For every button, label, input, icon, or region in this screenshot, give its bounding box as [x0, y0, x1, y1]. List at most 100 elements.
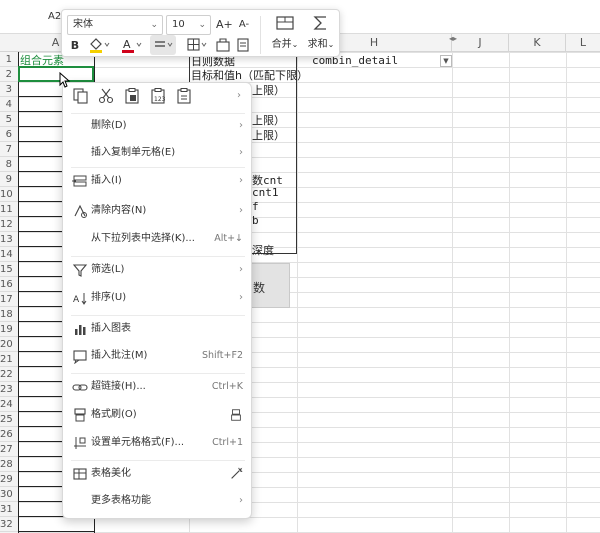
cut-button[interactable]	[97, 88, 115, 104]
menu-item-label: 从下拉列表中选择(K)...	[91, 233, 195, 244]
menu-item[interactable]: 更多表格功能 ›	[63, 488, 253, 514]
chevron-down-icon: ⌄	[198, 20, 206, 30]
gray-shape-label: 数	[253, 281, 266, 295]
menu-item-label: 格式刷(O)	[91, 409, 137, 420]
name-box[interactable]: A2	[48, 11, 61, 22]
fill-color-button[interactable]	[87, 37, 111, 55]
font-color-button[interactable]: A	[119, 37, 143, 55]
row-header[interactable]: 27	[0, 442, 18, 457]
cell-style-button[interactable]	[215, 37, 231, 55]
format-button[interactable]	[235, 37, 251, 55]
row-header[interactable]: 16	[0, 277, 18, 292]
paste-values-button[interactable]: 123	[149, 88, 167, 104]
row-header[interactable]: 14	[0, 247, 18, 262]
brush-mini-icon[interactable]	[229, 408, 243, 422]
row-header[interactable]: 23	[0, 382, 18, 397]
row-header[interactable]: 7	[0, 142, 18, 157]
menu-item[interactable]: 设置单元格格式(F)... Ctrl+1	[63, 430, 253, 456]
row-header[interactable]: 30	[0, 487, 18, 502]
cell-g3[interactable]: 上限）	[252, 82, 285, 98]
sum-button[interactable]: 求和⌄	[303, 14, 339, 50]
paste-button[interactable]	[123, 88, 141, 104]
menu-item[interactable]: 筛选(L) ›	[63, 257, 253, 283]
paste-special-icon	[177, 88, 191, 104]
shrink-font-button[interactable]: A-	[236, 16, 252, 34]
paste-special-button[interactable]	[175, 88, 193, 104]
row-header[interactable]: 19	[0, 322, 18, 337]
row-header[interactable]: 20	[0, 337, 18, 352]
copy-button[interactable]	[72, 88, 90, 104]
menu-item[interactable]: 插入图表	[63, 316, 253, 342]
cell-g14[interactable]: 深度	[252, 242, 274, 258]
align-center-icon	[155, 41, 173, 47]
cell-g5[interactable]: 上限）	[252, 112, 285, 128]
row-header[interactable]: 26	[0, 427, 18, 442]
magic-wand-icon[interactable]	[229, 467, 243, 481]
row-header[interactable]: 31	[0, 502, 18, 517]
paste-icon	[125, 88, 139, 104]
border-icon	[187, 38, 207, 51]
cell-g10[interactable]: cnt1	[252, 186, 279, 199]
menu-item[interactable]: 清除内容(N) ›	[63, 198, 253, 224]
menu-item[interactable]: 从下拉列表中选择(K)... Alt+↓	[63, 226, 253, 252]
row-header[interactable]: 12	[0, 217, 18, 232]
row-header[interactable]: 24	[0, 397, 18, 412]
row-header[interactable]: 11	[0, 202, 18, 217]
row-header[interactable]: 17	[0, 292, 18, 307]
menu-item-label: 插入图表	[91, 323, 131, 334]
column-header-l[interactable]: L	[566, 34, 600, 52]
sigma-icon	[313, 16, 326, 30]
row-header[interactable]: 32	[0, 517, 18, 532]
menu-item[interactable]: 删除(D) ›	[63, 113, 253, 139]
toolbar-separator	[260, 16, 261, 54]
font-name-select[interactable]: 宋体 ⌄	[67, 15, 163, 35]
row-header[interactable]: 10	[0, 187, 18, 202]
menu-item[interactable]: 插入批注(M) Shift+F2	[63, 343, 253, 369]
row-header[interactable]: 18	[0, 307, 18, 322]
row-header[interactable]: 13	[0, 232, 18, 247]
row-header[interactable]: 9	[0, 172, 18, 187]
font-size-value: 10	[172, 19, 185, 30]
chevron-right-icon: ›	[239, 205, 243, 216]
row-header[interactable]: 29	[0, 472, 18, 487]
row-header[interactable]: 8	[0, 157, 18, 172]
row-header[interactable]: 6	[0, 127, 18, 142]
menu-item[interactable]: 插入复制单元格(E) ›	[63, 140, 253, 166]
merge-button[interactable]: 合并⌄	[267, 14, 303, 50]
column-header-j[interactable]: J	[452, 34, 509, 52]
cell-g2[interactable]: 目标和值h（匹配下限）	[191, 67, 308, 83]
row-header[interactable]: 21	[0, 352, 18, 367]
comment-icon	[73, 350, 87, 364]
row-header[interactable]: 25	[0, 412, 18, 427]
clipboard-row: 123 ›	[63, 83, 253, 109]
column-expand-icon[interactable]: ◂▸	[449, 34, 457, 43]
menu-item[interactable]: 表格美化	[63, 461, 253, 487]
row-header[interactable]: 22	[0, 367, 18, 382]
menu-item-label: 超链接(H)...	[91, 381, 146, 392]
selected-cell[interactable]	[18, 66, 94, 82]
row-header[interactable]: 2	[0, 67, 18, 82]
column-header-k[interactable]: K	[509, 34, 566, 52]
row-header[interactable]: 3	[0, 82, 18, 97]
row-header[interactable]: 1	[0, 52, 18, 67]
chevron-right-icon[interactable]: ›	[237, 83, 241, 109]
bold-button[interactable]: B	[68, 37, 82, 55]
grow-font-button[interactable]: A+	[216, 16, 233, 34]
menu-item[interactable]: 超链接(H)... Ctrl+K	[63, 374, 253, 400]
align-button[interactable]	[150, 35, 176, 55]
row-header[interactable]: 4	[0, 97, 18, 112]
row-header[interactable]: 5	[0, 112, 18, 127]
filter-dropdown-icon[interactable]: ▼	[440, 55, 452, 67]
merge-cells-icon	[276, 16, 294, 30]
menu-item-label: 更多表格功能	[91, 495, 151, 506]
row-header[interactable]: 15	[0, 262, 18, 277]
menu-item[interactable]: 插入(I) ›	[63, 168, 253, 194]
menu-item-label: 排序(U)	[91, 292, 127, 303]
font-size-select[interactable]: 10 ⌄	[166, 15, 211, 35]
menu-item[interactable]: 格式刷(O)	[63, 402, 253, 428]
cell-g6[interactable]: 上限）	[252, 127, 285, 143]
menu-item[interactable]: A 排序(U) ›	[63, 285, 253, 311]
row-header[interactable]: 28	[0, 457, 18, 472]
menu-item-label: 筛选(L)	[91, 264, 125, 275]
border-button[interactable]	[185, 37, 209, 55]
